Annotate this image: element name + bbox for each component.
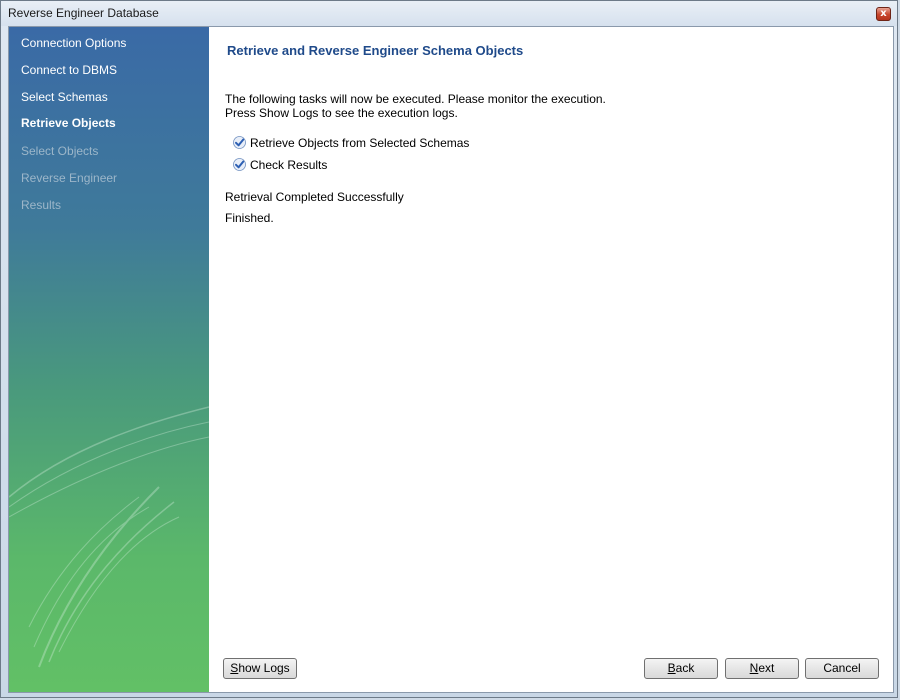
back-label: ack (675, 661, 695, 675)
status-message: Retrieval Completed Successfully (225, 190, 404, 204)
page-title: Retrieve and Reverse Engineer Schema Obj… (227, 43, 524, 58)
step-select-schemas: Select Schemas (21, 90, 108, 104)
step-retrieve-objects: Retrieve Objects (21, 116, 116, 130)
cancel-label: Cancel (823, 661, 861, 675)
next-label: ext (758, 661, 775, 675)
show-logs-label: how Logs (238, 661, 290, 675)
description-line-2: Press Show Logs to see the execution log… (225, 106, 458, 120)
back-button[interactable]: Back (644, 658, 718, 679)
next-button[interactable]: Next (725, 658, 799, 679)
close-button[interactable]: x (876, 7, 891, 21)
window-title: Reverse Engineer Database (8, 6, 159, 20)
step-results: Results (21, 198, 62, 212)
task-label: Retrieve Objects from Selected Schemas (250, 136, 470, 150)
finished-message: Finished. (225, 211, 274, 225)
cancel-button[interactable]: Cancel (805, 658, 879, 679)
step-connection-options: Connection Options (21, 36, 127, 50)
wizard-page: Retrieve and Reverse Engineer Schema Obj… (209, 27, 893, 692)
check-icon (233, 136, 246, 149)
back-mnemonic: B (667, 661, 676, 675)
dialog-client-area: Connection Options Connect to DBMS Selec… (8, 26, 894, 693)
step-connect-to-dbms: Connect to DBMS (21, 63, 118, 77)
reverse-engineer-dialog: Reverse Engineer Database x Connection O… (0, 0, 898, 698)
check-icon (233, 158, 246, 171)
show-logs-button[interactable]: Show Logs (223, 658, 297, 679)
close-icon: x (880, 8, 887, 19)
description-line-1: The following tasks will now be executed… (225, 92, 606, 106)
wizard-steps-sidebar: Connection Options Connect to DBMS Selec… (9, 27, 209, 692)
step-select-objects: Select Objects (21, 144, 99, 158)
step-reverse-engineer: Reverse Engineer (21, 171, 118, 185)
task-label: Check Results (250, 158, 328, 172)
title-bar[interactable]: Reverse Engineer Database x (1, 1, 897, 26)
